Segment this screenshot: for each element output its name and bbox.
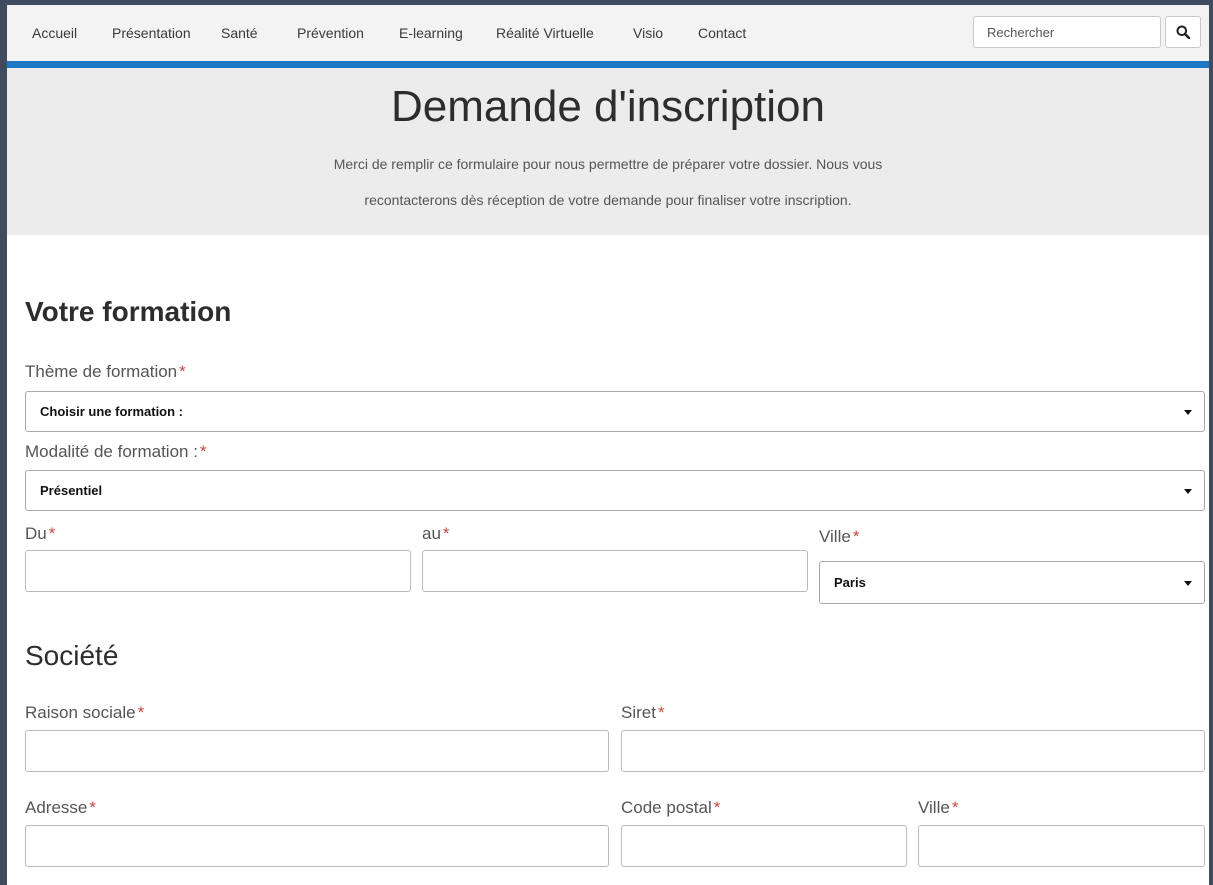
adresse-label: Adresse * xyxy=(25,798,96,818)
formation-ville-select-value: Paris xyxy=(834,575,866,590)
siret-label: Siret * xyxy=(621,703,665,723)
siret-label-text: Siret xyxy=(621,703,656,722)
required-marker: * xyxy=(137,703,145,722)
required-marker: * xyxy=(48,524,56,543)
section-title-formation: Votre formation xyxy=(25,296,232,327)
search-button[interactable] xyxy=(1165,16,1201,48)
adresse-label-text: Adresse xyxy=(25,798,88,817)
siret-field[interactable] xyxy=(621,730,1205,772)
raison-sociale-field[interactable] xyxy=(25,730,609,772)
search-input[interactable] xyxy=(973,16,1161,48)
code-postal-label-text: Code postal xyxy=(621,798,712,817)
search-icon xyxy=(1176,25,1190,39)
theme-select[interactable]: Choisir une formation : xyxy=(25,391,1205,432)
top-navigation: Accueil Présentation Santé Prévention E-… xyxy=(7,5,1209,61)
du-label: Du * xyxy=(25,524,55,544)
societe-ville-label: Ville * xyxy=(918,798,958,818)
modalite-select-value: Présentiel xyxy=(40,483,103,498)
required-marker: * xyxy=(89,798,96,817)
required-marker: * xyxy=(713,798,721,817)
nav-item-elearning[interactable]: E-learning xyxy=(399,25,463,41)
required-marker: * xyxy=(179,362,186,381)
code-postal-field[interactable] xyxy=(621,825,907,867)
raison-sociale-label-text: Raison sociale xyxy=(25,703,136,722)
nav-item-prevention[interactable]: Prévention xyxy=(297,25,364,41)
date-to-field[interactable] xyxy=(422,550,808,592)
chevron-down-icon xyxy=(1184,410,1192,415)
formation-ville-select[interactable]: Paris xyxy=(819,561,1205,604)
section-title-societe: Société xyxy=(25,640,119,671)
nav-item-visio[interactable]: Visio xyxy=(633,25,663,41)
hero-intro-line-1: Merci de remplir ce formulaire pour nous… xyxy=(333,156,883,172)
theme-label: Thème de formation * xyxy=(25,362,186,382)
hero-banner: Demande d'inscription Merci de remplir c… xyxy=(7,68,1209,235)
modalite-label-text: Modalité de formation : xyxy=(25,442,198,461)
au-label-text: au xyxy=(422,524,441,543)
required-marker: * xyxy=(442,524,450,543)
theme-label-text: Thème de formation xyxy=(25,362,178,381)
nav-item-sante[interactable]: Santé xyxy=(221,25,258,41)
societe-ville-field[interactable] xyxy=(918,825,1205,867)
required-marker: * xyxy=(657,703,665,722)
date-from-field[interactable] xyxy=(25,550,411,592)
required-marker: * xyxy=(199,442,207,461)
window-frame-left xyxy=(0,0,7,885)
hero-intro-line-2: recontacterons dès réception de votre de… xyxy=(364,192,852,208)
theme-select-value: Choisir une formation : xyxy=(40,404,183,419)
chevron-down-icon xyxy=(1184,581,1192,586)
page-title: Demande d'inscription xyxy=(391,82,825,131)
modalite-select[interactable]: Présentiel xyxy=(25,470,1205,511)
au-label: au * xyxy=(422,524,450,544)
nav-item-contact[interactable]: Contact xyxy=(698,25,746,41)
formation-ville-label: Ville * xyxy=(819,527,859,547)
accent-bar xyxy=(7,61,1209,68)
raison-sociale-label: Raison sociale * xyxy=(25,703,144,723)
adresse-field[interactable] xyxy=(25,825,609,867)
nav-item-accueil[interactable]: Accueil xyxy=(32,25,77,41)
required-marker: * xyxy=(852,527,860,546)
nav-item-presentation[interactable]: Présentation xyxy=(112,25,191,41)
required-marker: * xyxy=(951,798,959,817)
formation-ville-label-text: Ville xyxy=(819,527,851,546)
modalite-label: Modalité de formation : * xyxy=(25,442,207,462)
window-frame-right xyxy=(1209,0,1213,885)
code-postal-label: Code postal * xyxy=(621,798,720,818)
chevron-down-icon xyxy=(1184,489,1192,494)
du-label-text: Du xyxy=(25,524,47,543)
societe-ville-label-text: Ville xyxy=(918,798,950,817)
nav-item-realite-virtuelle[interactable]: Réalité Virtuelle xyxy=(496,25,594,41)
